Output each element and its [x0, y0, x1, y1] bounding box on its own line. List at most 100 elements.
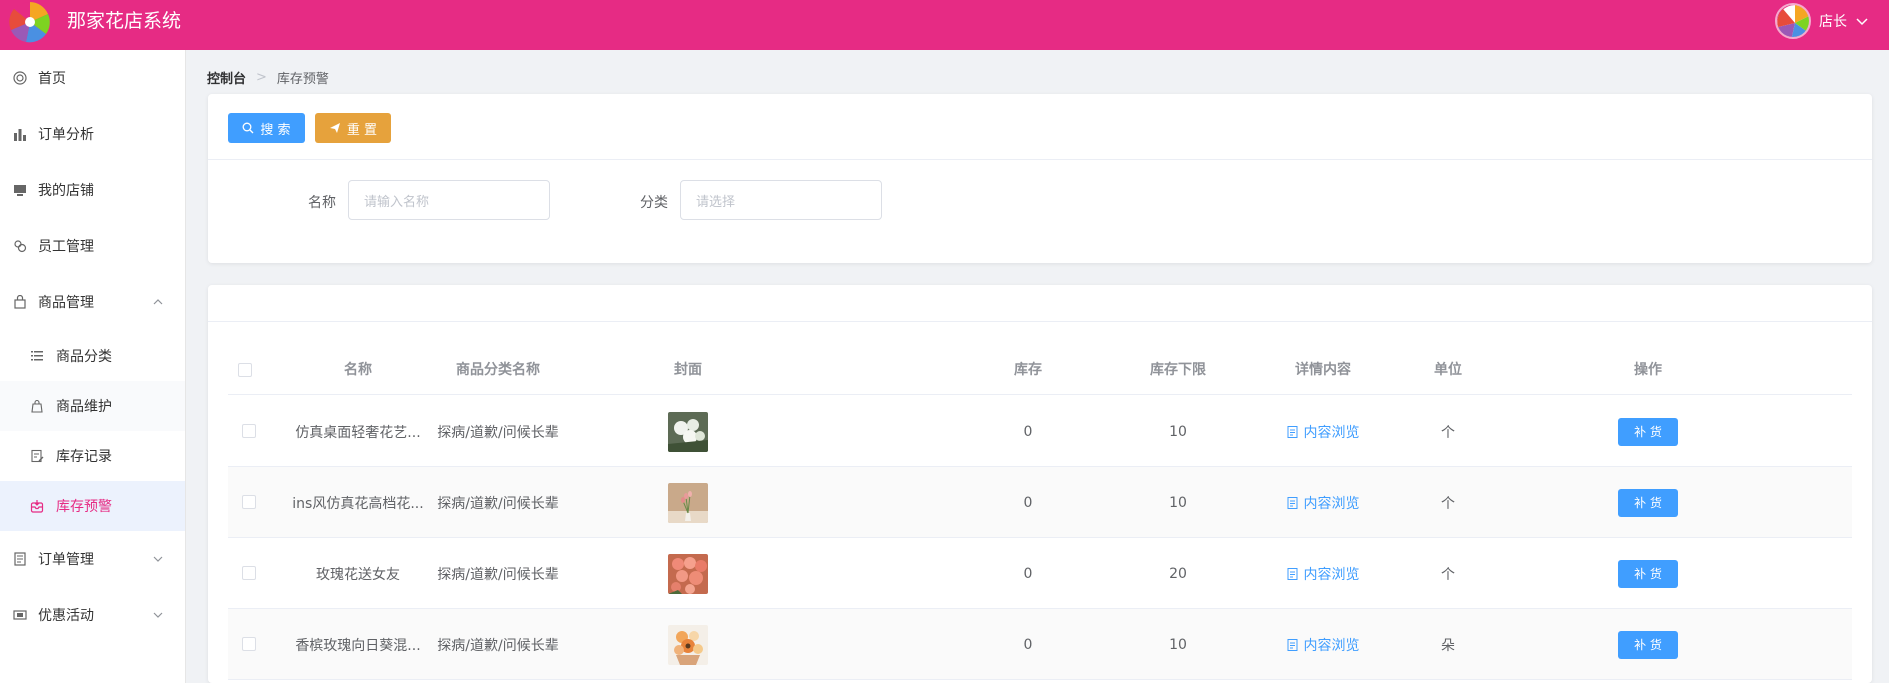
column-header-category[interactable]: 商品分类名称	[428, 345, 568, 395]
avatar[interactable]	[1775, 3, 1811, 39]
sidebar-item-my-shop[interactable]: 我的店铺	[0, 162, 185, 218]
sidebar-item-label: 优惠活动	[38, 608, 94, 624]
staff-icon	[12, 238, 28, 254]
product-name: ins风仿真花高档花...	[292, 495, 424, 512]
inbox-icon	[30, 498, 46, 514]
chevron-up-icon[interactable]	[153, 297, 163, 307]
table-row: 玫瑰花送女友 探病/道歉/问候长辈 0 20 内容浏览 个 补 货	[228, 538, 1852, 609]
sidebar-item-product-mgmt[interactable]: 商品管理	[0, 274, 185, 330]
product-category: 探病/道歉/问候长辈	[437, 495, 559, 512]
column-header-min-stock[interactable]: 库存下限	[1108, 345, 1248, 395]
row-checkbox[interactable]	[242, 495, 256, 509]
sidebar-item-label: 我的店铺	[38, 183, 94, 199]
sidebar-subitem-label: 库存记录	[56, 449, 112, 465]
detail-link-label: 内容浏览	[1303, 495, 1360, 512]
detail-link[interactable]: 内容浏览	[1287, 635, 1360, 655]
chevron-down-icon[interactable]	[153, 554, 163, 564]
detail-link-label: 内容浏览	[1303, 566, 1360, 583]
row-checkbox[interactable]	[242, 637, 256, 651]
row-checkbox[interactable]	[242, 424, 256, 438]
min-stock-value: 10	[1169, 636, 1187, 653]
table-row: 仿真桌面轻奢花艺... 探病/道歉/问候长辈 0 10 内容浏览 个 补 货	[228, 396, 1852, 467]
bag-icon	[12, 294, 28, 310]
column-header-detail[interactable]: 详情内容	[1253, 345, 1393, 395]
column-header-unit[interactable]: 单位	[1398, 345, 1498, 395]
ticket-icon	[12, 607, 28, 623]
sidebar-subitem-product-maintain[interactable]: 商品维护	[0, 381, 185, 431]
min-stock-value: 10	[1169, 423, 1187, 440]
column-header-name[interactable]: 名称	[288, 345, 428, 395]
sidebar-item-staff[interactable]: 员工管理	[0, 218, 185, 274]
product-category: 探病/道歉/问候长辈	[437, 566, 559, 583]
stock-value: 0	[1023, 636, 1033, 653]
product-cover-image[interactable]	[668, 482, 708, 523]
product-cover-image[interactable]	[668, 624, 708, 665]
restock-button[interactable]: 补 货	[1618, 630, 1678, 659]
product-cover-image[interactable]	[668, 553, 708, 594]
table-row: ins风仿真花高档花... 探病/道歉/问候长辈 0 10 内容浏览 个 补 货	[228, 467, 1852, 538]
unit-value: 个	[1441, 495, 1455, 512]
document-icon	[1287, 496, 1297, 509]
category-label: 分类	[640, 195, 668, 211]
table-panel: 名称 商品分类名称 封面 库存 库存下限 详情内容 单位 操作 仿真桌面轻奢花艺…	[208, 285, 1872, 683]
sidebar-item-order-mgmt[interactable]: 订单管理	[0, 531, 185, 587]
breadcrumb: 控制台 > 库存预警	[207, 68, 329, 87]
user-menu[interactable]: 店长	[1775, 0, 1869, 42]
flower-logo-icon	[9, 2, 50, 43]
category-select[interactable]: 请选择	[680, 180, 882, 220]
product-category: 探病/道歉/问候长辈	[437, 424, 559, 441]
min-stock-value: 10	[1169, 494, 1187, 511]
breadcrumb-separator-icon: >	[256, 70, 267, 85]
restock-button[interactable]: 补 货	[1618, 417, 1678, 446]
detail-link-label: 内容浏览	[1303, 424, 1360, 441]
stock-value: 0	[1023, 423, 1033, 440]
sidebar-subitem-category[interactable]: 商品分类	[0, 331, 185, 381]
name-label: 名称	[308, 195, 336, 211]
stock-value: 0	[1023, 494, 1033, 511]
detail-link[interactable]: 内容浏览	[1287, 422, 1360, 442]
column-header-stock[interactable]: 库存	[958, 345, 1098, 395]
detail-link[interactable]: 内容浏览	[1287, 564, 1360, 584]
select-all-checkbox[interactable]	[238, 363, 252, 377]
search-icon	[242, 122, 254, 134]
sidebar-item-order-analysis[interactable]: 订单分析	[0, 106, 185, 162]
row-checkbox[interactable]	[242, 566, 256, 580]
product-cover-image[interactable]	[668, 411, 708, 452]
bar-chart-icon	[12, 126, 28, 142]
shop-icon	[12, 182, 28, 198]
name-input[interactable]: 请输入名称	[348, 180, 550, 220]
breadcrumb-root[interactable]: 控制台	[207, 68, 246, 87]
min-stock-value: 20	[1169, 565, 1187, 582]
sidebar: 首页 订单分析 我的店铺 员工管理 商品管理 商品分类 商品维护 库存记录 库存…	[0, 50, 186, 683]
detail-link[interactable]: 内容浏览	[1287, 493, 1360, 513]
restock-button[interactable]: 补 货	[1618, 559, 1678, 588]
divider	[208, 159, 1872, 160]
reset-button[interactable]: 重 置	[315, 113, 391, 143]
column-header-action[interactable]: 操作	[1578, 345, 1718, 395]
edit-doc-icon	[30, 448, 46, 464]
sidebar-subitem-stock-warning[interactable]: 库存预警	[0, 481, 185, 531]
product-name: 仿真桌面轻奢花艺...	[295, 424, 421, 441]
app-title: 那家花店系统	[67, 10, 182, 32]
user-name[interactable]: 店长	[1819, 11, 1847, 31]
reset-button-label: 重 置	[346, 122, 378, 138]
sidebar-subitem-stock-record[interactable]: 库存记录	[0, 431, 185, 481]
chevron-down-icon[interactable]	[153, 610, 163, 620]
table-header: 名称 商品分类名称 封面 库存 库存下限 详情内容 单位 操作	[228, 345, 1852, 395]
unit-value: 个	[1441, 424, 1455, 441]
column-header-cover[interactable]: 封面	[568, 345, 808, 395]
sidebar-item-label: 首页	[38, 71, 66, 87]
product-name: 玫瑰花送女友	[316, 566, 400, 583]
restock-button[interactable]: 补 货	[1618, 488, 1678, 517]
search-button[interactable]: 搜 索	[228, 113, 305, 143]
home-icon	[12, 70, 28, 86]
table-row: 香槟玫瑰向日葵混... 探病/道歉/问候长辈 0 10 内容浏览 朵 补 货	[228, 609, 1852, 680]
document-icon	[1287, 425, 1297, 438]
sidebar-item-label: 员工管理	[38, 239, 94, 255]
sidebar-item-promotions[interactable]: 优惠活动	[0, 587, 185, 643]
sidebar-item-label: 商品管理	[38, 295, 94, 311]
unit-value: 个	[1441, 566, 1455, 583]
chevron-down-icon[interactable]	[1855, 14, 1869, 28]
product-name: 香槟玫瑰向日葵混...	[295, 637, 421, 654]
sidebar-item-home[interactable]: 首页	[0, 50, 185, 106]
